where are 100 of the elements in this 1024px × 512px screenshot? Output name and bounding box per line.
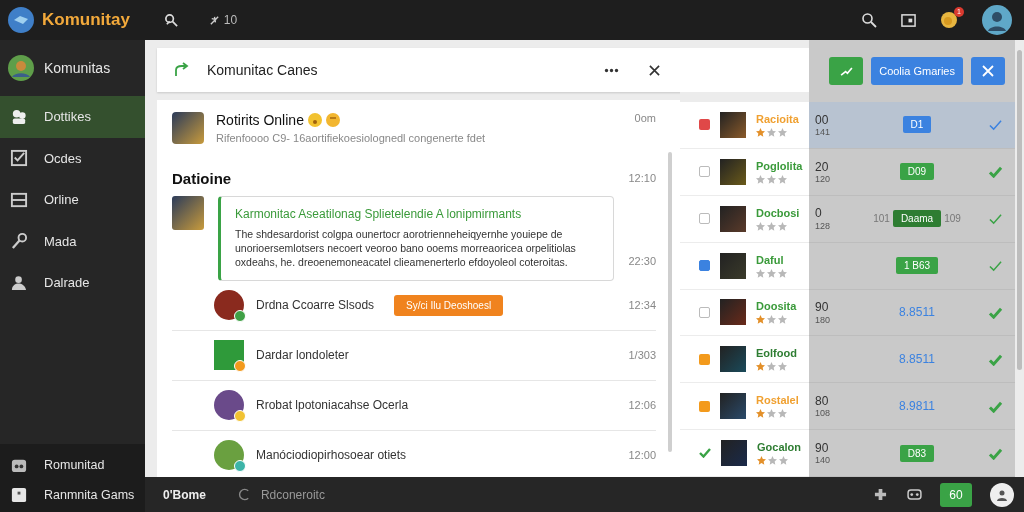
search-icon[interactable] (861, 12, 877, 28)
value-badge: D1 (902, 116, 932, 134)
player-name: Rostalel (756, 394, 799, 407)
count-label: 10 (223, 13, 238, 27)
score: 90 (815, 440, 830, 456)
value-badge: 1 B63 (895, 257, 939, 275)
score-detail: 180 (815, 314, 832, 325)
table-row[interactable]: 20 120 D09 (809, 148, 1015, 196)
contact-name: Rrobat lpotoniacahse Ocerla (256, 398, 409, 412)
window-icon[interactable] (901, 12, 916, 28)
timestamp: 12:06 (628, 399, 656, 411)
checkbox[interactable] (699, 166, 710, 178)
section-heading: Datioine (172, 169, 232, 187)
thumbnail-photo (720, 393, 746, 420)
gamepad-icon[interactable] (907, 489, 922, 500)
profile-button[interactable] (990, 482, 1014, 507)
close-button[interactable] (971, 57, 1005, 85)
timestamp: 22:30 (628, 254, 656, 267)
sidebar-header: Komunitas (44, 60, 111, 76)
star-icon (756, 268, 765, 278)
star-icon (779, 456, 788, 466)
sidebar-item[interactable]: Dottikes (0, 96, 145, 138)
message-body: The shdesardorist colgpa ounertocr aorotrienneheiqyernhe youiepe de unorioersemlotsers necoert veoroo bano ooems morreaoricea orpelitiolas oxdeahs, he. dreoenemoneacatel clieamenerterlo efdoyoleol coteroitas. (235, 227, 577, 270)
contact-name: Dardar londoleter (256, 348, 349, 362)
chat-title: Rotirits Online (216, 112, 304, 128)
score: 80 (815, 394, 830, 409)
primary-button[interactable]: Coolia Gmaries (871, 57, 963, 85)
star-icon (778, 127, 787, 137)
nav-icon (10, 232, 28, 251)
star-icon (778, 174, 787, 184)
avatar-photo (214, 340, 244, 370)
value-text: 8.9811 (899, 399, 935, 414)
home-label[interactable]: 0'Bome (163, 487, 206, 502)
close-icon[interactable] (649, 64, 660, 76)
scrollbar[interactable] (668, 152, 672, 452)
sidebar-item[interactable]: Ocdes (0, 137, 145, 179)
thumbnail-photo (720, 299, 746, 326)
table-row[interactable]: 90 140 D83 (809, 430, 1015, 477)
square-icon (10, 486, 28, 504)
contact-name: Drdna Ccoarre Slsods (256, 298, 375, 312)
avatar-photo (214, 390, 244, 420)
trend-icon (839, 66, 853, 76)
star-icon (767, 127, 776, 137)
avatar-photo (214, 440, 244, 470)
table-row[interactable]: 80 108 8.9811 (809, 383, 1015, 431)
coin-icon[interactable] (940, 11, 958, 29)
more-icon[interactable] (604, 67, 619, 73)
value-text: 8.8511 (899, 352, 935, 367)
checkbox[interactable] (699, 213, 710, 225)
star-icon (756, 127, 765, 137)
table-row[interactable]: 90 180 8.8511 (809, 289, 1015, 337)
checkbox[interactable] (699, 306, 710, 318)
avatar-photo (214, 290, 244, 320)
score-detail: 141 (815, 127, 832, 138)
refresh-icon[interactable] (237, 488, 251, 501)
table-row[interactable]: 0 128 101 Daama 109 (809, 195, 1015, 243)
avatar-icon[interactable] (982, 5, 1012, 35)
score-detail: 120 (815, 174, 832, 184)
community-avatar-icon (8, 55, 34, 81)
sidebar-item[interactable]: Orline (0, 179, 145, 221)
star-icon (767, 362, 776, 372)
brand-name: Komunitay (42, 10, 130, 30)
timestamp: 12:10 (628, 172, 656, 184)
avatar-photo (172, 196, 204, 230)
checkbox[interactable] (699, 260, 710, 272)
status-text: Rdconeroitc (260, 487, 325, 502)
thumbnail-photo (720, 158, 746, 185)
timestamp: 12:00 (628, 449, 656, 461)
person-icon (996, 488, 1008, 501)
scrollbar[interactable] (1017, 50, 1022, 370)
score: 20 (815, 159, 830, 174)
sidebar-footer-item[interactable]: Romunitad (0, 450, 145, 480)
share-icon[interactable] (173, 61, 191, 79)
contact-name: Manóciodiopirhosoear otiets (256, 448, 407, 462)
star-icon (756, 409, 765, 419)
star-icon (778, 409, 787, 419)
message-title: Karmonitac Aseatilonag Splietelendie A lonipmirmants (235, 207, 523, 221)
emoji-icon (307, 113, 322, 127)
score: 0 (815, 206, 823, 221)
sidebar-footer-item[interactable]: Ranmnita Gams (0, 480, 145, 510)
player-name: Gocalon (757, 441, 801, 454)
thumbnail-photo (721, 440, 747, 467)
table-row[interactable]: 00 141 D1 (809, 102, 1015, 149)
score-detail: 128 (815, 220, 832, 231)
score: 90 (815, 300, 830, 315)
star-icon (756, 174, 765, 184)
close-icon (982, 65, 994, 77)
logo-icon (8, 7, 34, 33)
thumbnail-photo (720, 111, 746, 138)
sidebar-item[interactable]: Mada (0, 220, 145, 262)
value-text: 8.8511 (899, 305, 935, 320)
star-icon (756, 221, 765, 231)
sidebar-item[interactable]: Dalrade (0, 262, 145, 304)
nav-icon (10, 107, 28, 126)
star-icon (767, 409, 776, 419)
star-icon (756, 362, 765, 372)
value-label: 109 (944, 213, 961, 225)
thumbnail-photo (720, 252, 746, 279)
nav-icon (10, 273, 28, 292)
score-detail: 108 (815, 408, 832, 419)
